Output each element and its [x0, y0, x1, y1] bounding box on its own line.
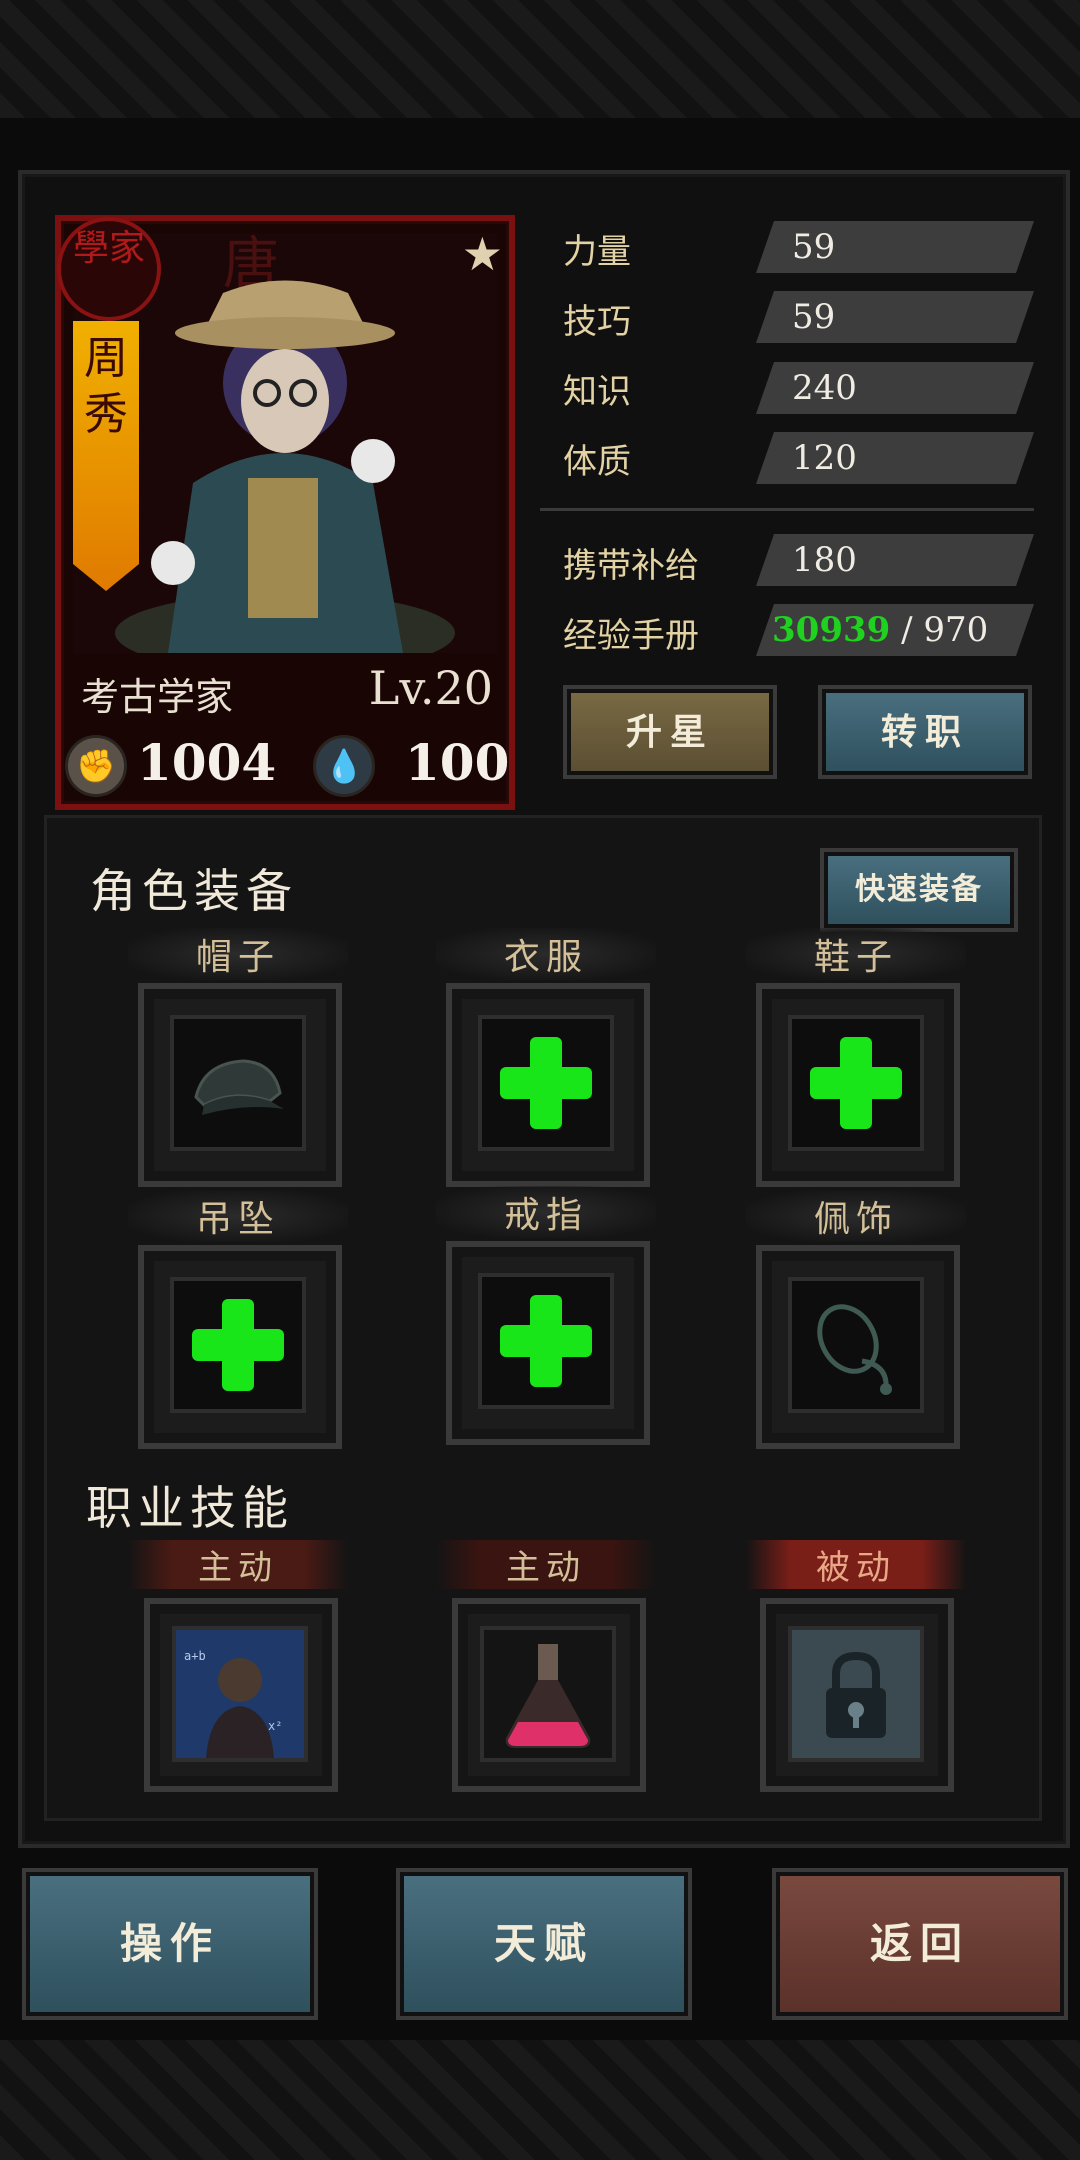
top-border-ornament: [0, 0, 1080, 118]
upgrade-star-button[interactable]: 升星: [563, 685, 777, 779]
accessory-icon: [817, 1304, 892, 1395]
equip-slot-label-hat: 帽子: [128, 928, 348, 980]
equip-slot-label-shoes: 鞋子: [746, 928, 966, 980]
exp-manual-label: 经验手册: [563, 616, 699, 656]
stat-value-text: 240: [792, 368, 857, 408]
add-plus-icon: [500, 1037, 592, 1129]
stat-value-skill: 59: [756, 291, 1034, 343]
add-plus-icon: [810, 1037, 902, 1129]
spirit-value: 100: [405, 733, 510, 792]
skill-type-tag-3: 被动: [746, 1540, 966, 1589]
hat-icon: [194, 1059, 284, 1115]
stats-divider: [540, 508, 1034, 511]
svg-text:a+b: a+b: [184, 1649, 206, 1663]
name-banner: 周 秀: [73, 321, 139, 591]
skills-section-title: 职业技能: [86, 1481, 294, 1535]
add-plus-icon: [500, 1295, 592, 1387]
exp-separator: /: [901, 610, 913, 650]
stat-value-text: 59: [792, 297, 836, 337]
back-button[interactable]: 返回: [772, 1868, 1068, 2020]
talent-button[interactable]: 天赋: [396, 1868, 692, 2020]
exp-manual-value: 30939 / 970: [756, 604, 1034, 656]
stat-label-strength: 力量: [563, 232, 631, 272]
svg-text:x²: x²: [268, 1719, 282, 1733]
stat-label-skill: 技巧: [563, 302, 631, 342]
exp-current: 30939: [772, 610, 891, 650]
equip-slot-accessory[interactable]: [756, 1245, 960, 1449]
character-name-char-1: 周: [84, 333, 128, 384]
supply-value: 180: [756, 534, 1034, 586]
character-level: Lv.20: [368, 661, 493, 715]
power-value: 1004: [137, 733, 277, 792]
equip-slot-shoes[interactable]: [756, 983, 960, 1187]
scholar-portrait-icon: a+b x²: [176, 1630, 304, 1758]
equip-slot-clothes[interactable]: [446, 983, 650, 1187]
skill-slot-3[interactable]: [760, 1598, 954, 1792]
skill-icon-frame: [788, 1626, 924, 1762]
equip-slot-frame: [478, 1273, 614, 1409]
fist-power-icon: ✊: [65, 735, 127, 797]
scholar-seal-icon: 學家: [57, 217, 161, 321]
spirit-drop-icon: 💧: [313, 735, 375, 797]
exp-required: 970: [923, 610, 989, 650]
skill-type-tag-1: 主动: [128, 1540, 348, 1589]
stat-value-constitution: 120: [756, 432, 1034, 484]
character-portrait-card[interactable]: 唐 學家 周 秀 ★ 考古学家 Lv.20 ✊ 1004 💧 100: [55, 215, 515, 810]
equip-slot-frame: [170, 1277, 306, 1413]
equip-slot-label-accessory: 佩饰: [746, 1190, 966, 1242]
skill-slot-2[interactable]: [452, 1598, 646, 1792]
skill-type-tag-2: 主动: [436, 1540, 656, 1589]
equip-slot-frame: [788, 1015, 924, 1151]
equip-slot-frame: [478, 1015, 614, 1151]
add-plus-icon: [192, 1299, 284, 1391]
equip-slot-hat[interactable]: [138, 983, 342, 1187]
skill-slot-1[interactable]: a+b x²: [144, 1598, 338, 1792]
supply-value-text: 180: [792, 540, 857, 580]
change-job-button[interactable]: 转职: [818, 685, 1032, 779]
class-name: 考古学家: [81, 675, 234, 719]
stat-label-constitution: 体质: [563, 442, 631, 482]
equip-slot-label-ring: 戒指: [436, 1186, 656, 1238]
padlock-icon: [792, 1630, 920, 1758]
exp-manual-value-wrap: 30939 / 970: [772, 610, 988, 650]
equip-slot-label-clothes: 衣服: [436, 928, 656, 980]
operate-button[interactable]: 操作: [22, 1868, 318, 2020]
equip-slot-label-pendant: 吊坠: [128, 1190, 348, 1242]
equip-slot-ring[interactable]: [446, 1241, 650, 1445]
character-name-char-2: 秀: [84, 389, 128, 440]
skill-icon-frame: [480, 1626, 616, 1762]
equipment-section-title: 角色装备: [90, 864, 298, 918]
stat-value-knowledge: 240: [756, 362, 1034, 414]
stat-label-knowledge: 知识: [563, 372, 631, 412]
stat-value-text: 59: [792, 227, 836, 267]
bottom-border-ornament: [0, 2040, 1080, 2160]
equip-slot-frame: [170, 1015, 306, 1151]
skill-icon-frame: a+b x²: [172, 1626, 308, 1762]
equip-slot-frame: [788, 1277, 924, 1413]
equip-slot-pendant[interactable]: [138, 1245, 342, 1449]
star-rank-icon: ★: [461, 227, 503, 281]
stat-value-text: 120: [792, 438, 857, 478]
quick-equip-button[interactable]: 快速装备: [820, 848, 1018, 932]
potion-flask-icon: [484, 1630, 612, 1758]
stat-value-strength: 59: [756, 221, 1034, 273]
supply-label: 携带补给: [563, 546, 699, 586]
